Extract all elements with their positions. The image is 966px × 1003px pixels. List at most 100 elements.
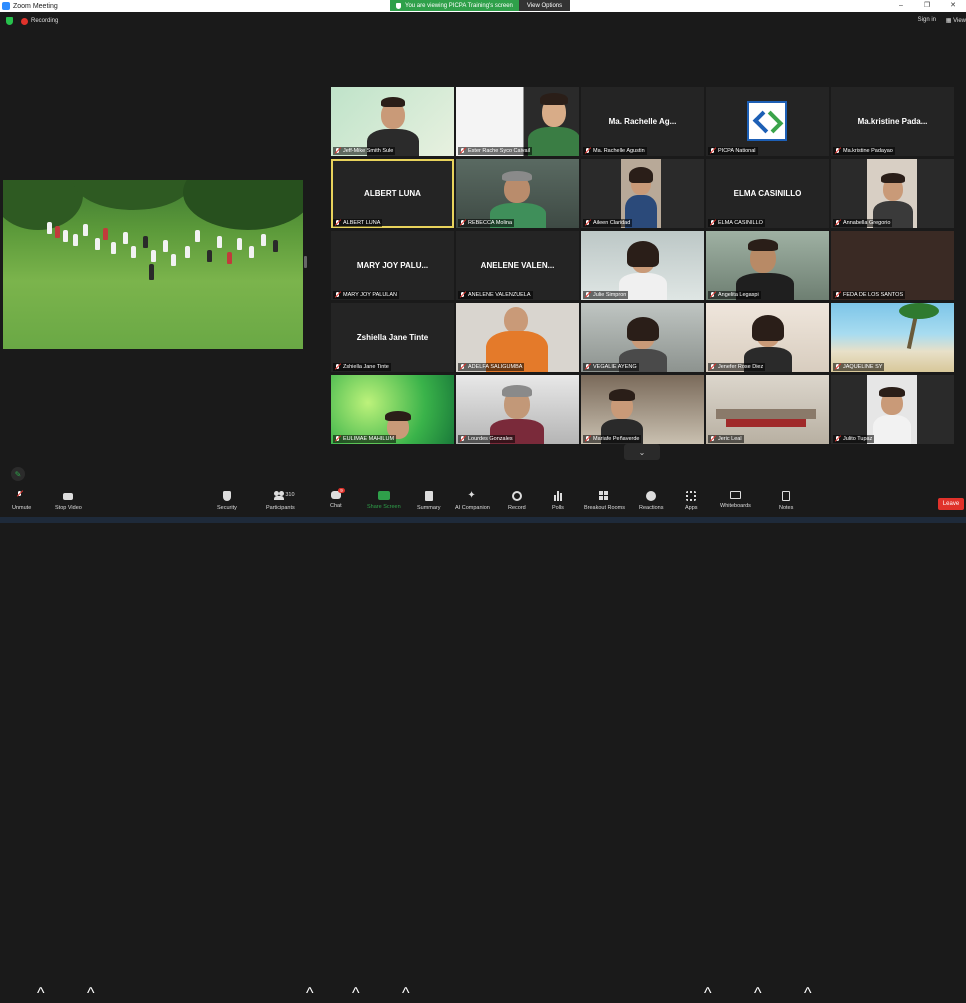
- participant-display-name: Zshiella Jane Tinte: [356, 333, 429, 342]
- video-tile[interactable]: ANELENE VALEN... ANELENE VALENZUELA: [456, 231, 579, 300]
- participant-body: [528, 127, 579, 156]
- participant-hair: [609, 389, 635, 401]
- whiteboards-button[interactable]: Whiteboards: [720, 491, 751, 509]
- participant-name: ANELENE VALENZUELA: [468, 292, 531, 298]
- participant-hair: [752, 315, 784, 341]
- reactions-label: Reactions: [639, 505, 664, 511]
- shared-screen[interactable]: [3, 180, 303, 349]
- video-tile[interactable]: Julito Tupaz: [831, 375, 954, 444]
- participants-button[interactable]: 310 Participants: [266, 491, 295, 511]
- chat-options-caret[interactable]: ^: [352, 985, 360, 1003]
- summary-button[interactable]: Summary: [417, 491, 441, 511]
- security-label: Security: [217, 505, 237, 511]
- close-icon[interactable]: ✕: [940, 0, 966, 12]
- video-tile[interactable]: Lourdes Gonzales: [456, 375, 579, 444]
- video-tile[interactable]: Ester Rache Syco Caivail: [456, 87, 579, 156]
- chat-button[interactable]: 9 Chat: [330, 488, 345, 509]
- share-screen-button[interactable]: Share Screen: [367, 491, 401, 510]
- participants-options-caret[interactable]: ^: [306, 985, 314, 1003]
- mic-muted-icon: [585, 148, 590, 154]
- apps-options-caret[interactable]: ^: [704, 985, 712, 1003]
- room-furniture: [716, 409, 816, 419]
- participant-name-tag: Aileen Claridad: [583, 219, 633, 227]
- people-icon: 310: [274, 491, 295, 501]
- video-tile[interactable]: Aileen Claridad: [581, 159, 704, 228]
- video-tile-active-speaker[interactable]: ALBERT LUNA ALBERT LUNA: [331, 159, 454, 228]
- view-options-button[interactable]: View Options: [518, 0, 571, 11]
- person-figure: [163, 240, 168, 252]
- mic-muted-icon: [710, 220, 715, 226]
- participant-name: REBECCA Molina: [468, 220, 513, 226]
- video-tile[interactable]: EULIMAE MAHILUM: [331, 375, 454, 444]
- person-figure: [103, 228, 108, 240]
- participant-name: ELMA CASINILLO: [718, 220, 763, 226]
- record-button[interactable]: Record: [508, 491, 526, 511]
- video-tile[interactable]: PICPA National: [706, 87, 829, 156]
- stop-video-button[interactable]: Stop Video: [55, 491, 82, 511]
- notes-button[interactable]: Notes: [779, 491, 793, 511]
- participant-display-name: ALBERT LUNA: [364, 189, 421, 198]
- resize-handle[interactable]: [304, 256, 307, 268]
- participant-name: FEDA DE LOS SANTOS: [843, 292, 904, 298]
- recording-icon: [21, 17, 28, 25]
- screen-share-banner: You are viewing PICPA Training's screen …: [390, 0, 571, 11]
- person-figure: [171, 254, 176, 266]
- participants-label: Participants: [266, 505, 295, 511]
- reactions-button[interactable]: Reactions: [639, 491, 663, 511]
- sign-in-link[interactable]: Sign in: [918, 17, 936, 23]
- pencil-icon[interactable]: ✎: [11, 467, 25, 481]
- whiteboards-options-caret[interactable]: ^: [754, 985, 762, 1003]
- minimize-icon[interactable]: –: [888, 0, 914, 12]
- chat-unread-badge: 9: [338, 488, 345, 493]
- restore-icon[interactable]: ❐: [914, 0, 940, 12]
- audio-options-caret[interactable]: ^: [37, 985, 45, 1003]
- video-tile[interactable]: Jeric Leal: [706, 375, 829, 444]
- unmute-button[interactable]: Unmute: [12, 491, 31, 511]
- video-tile[interactable]: VEGALIE AYENG: [581, 303, 704, 372]
- video-tile[interactable]: Angelita Legaspi: [706, 231, 829, 300]
- video-tile[interactable]: Annabella Gregorio: [831, 159, 954, 228]
- record-icon: [511, 491, 522, 501]
- video-options-caret[interactable]: ^: [87, 985, 95, 1003]
- participant-name-tag: Julito Tupaz: [833, 435, 875, 443]
- ai-companion-button[interactable]: ✦ AI Companion: [455, 491, 490, 512]
- participant-name: Aileen Claridad: [593, 220, 631, 226]
- scroll-down-button[interactable]: ⌄: [624, 444, 660, 460]
- video-tile[interactable]: Jenefer Rose Diez: [706, 303, 829, 372]
- viewing-message: You are viewing PICPA Training's screen: [405, 2, 513, 9]
- security-button[interactable]: Security: [217, 491, 237, 511]
- tree-shape: [73, 180, 193, 210]
- view-button[interactable]: ▦ View: [946, 17, 966, 24]
- encryption-shield-icon[interactable]: [6, 17, 13, 25]
- mic-muted-icon: [335, 220, 340, 226]
- video-tile[interactable]: REBECCA Molina: [456, 159, 579, 228]
- stop-video-label: Stop Video: [55, 505, 82, 511]
- person-figure: [249, 246, 254, 258]
- video-tile[interactable]: ADELFA SALIGUMBA: [456, 303, 579, 372]
- video-tile[interactable]: Zshiella Jane Tinte Zshiella Jane Tinte: [331, 303, 454, 372]
- breakout-rooms-button[interactable]: Breakout Rooms: [584, 491, 625, 511]
- video-tile[interactable]: Mariafe Peñaverde: [581, 375, 704, 444]
- video-tile[interactable]: JAQUELINE SY: [831, 303, 954, 372]
- person-figure: [151, 250, 156, 262]
- chevron-down-icon: ⌄: [638, 447, 646, 457]
- video-tile[interactable]: Ma.kristine Pada... Ma.kristine Padayao: [831, 87, 954, 156]
- video-tile[interactable]: Ma. Rachelle Ag... Ma. Rachelle Agustin: [581, 87, 704, 156]
- apps-button[interactable]: Apps: [685, 491, 698, 511]
- share-options-caret[interactable]: ^: [402, 985, 410, 1003]
- video-tile[interactable]: MARY JOY PALU... MARY JOY PALULAN: [331, 231, 454, 300]
- participant-name-tag: Ester Rache Syco Caivail: [458, 147, 533, 155]
- view-label: View: [953, 18, 966, 24]
- mic-muted-icon: [835, 364, 840, 370]
- video-tile[interactable]: Jeff-Mike Smith Sule: [331, 87, 454, 156]
- participant-name-tag: Ma.kristine Padayao: [833, 147, 895, 155]
- participant-name-tag: ELMA CASINILLO: [708, 219, 765, 227]
- video-tile[interactable]: FEDA DE LOS SANTOS: [831, 231, 954, 300]
- more-options-caret[interactable]: ^: [804, 985, 812, 1003]
- leave-button[interactable]: Leave: [938, 498, 964, 510]
- person-figure: [123, 232, 128, 244]
- video-tile[interactable]: ELMA CASINILLO ELMA CASINILLO: [706, 159, 829, 228]
- video-tile[interactable]: Julie Simpron: [581, 231, 704, 300]
- breakout-rooms-label: Breakout Rooms: [584, 505, 625, 511]
- polls-button[interactable]: Polls: [552, 491, 564, 511]
